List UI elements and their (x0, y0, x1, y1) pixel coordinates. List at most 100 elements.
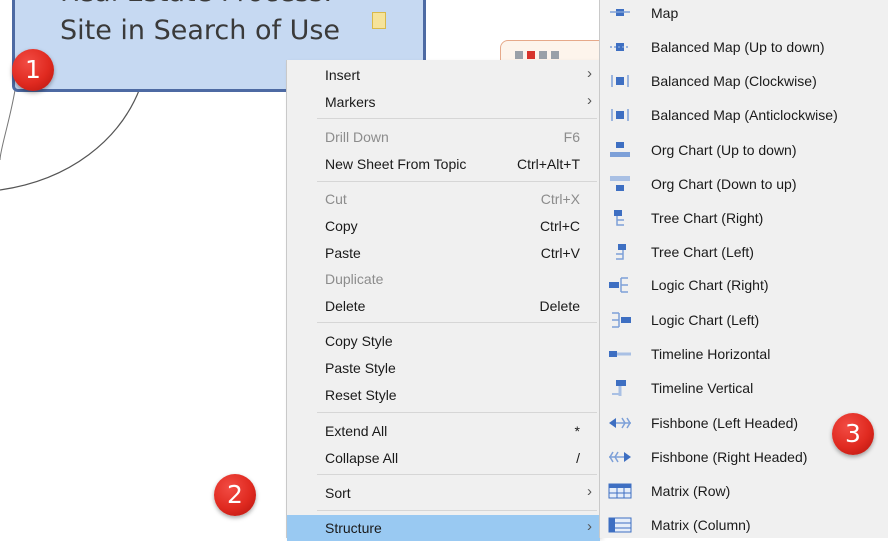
menu-item-insert[interactable]: Insert › (287, 62, 600, 88)
menu-item-shortcut: / (576, 450, 580, 466)
structure-submenu: Map Balanced Map (Up to down) Balanced M… (599, 0, 888, 538)
menu-item-shortcut: Ctrl+X (540, 191, 580, 207)
org-chart-up-down-icon (610, 142, 630, 157)
menu-item-shortcut: * (574, 423, 580, 439)
submenu-item-label: Tree Chart (Left) (651, 244, 754, 260)
menu-item-collapse-all[interactable]: Collapse All / (287, 445, 600, 471)
menu-item-label: Sort (325, 485, 351, 501)
submenu-item-balanced-map-up-down[interactable]: Balanced Map (Up to down) (600, 32, 888, 62)
topic-title-line1: Real Estate Process: (60, 0, 332, 8)
submenu-item-matrix-row[interactable]: Matrix (Row) (600, 476, 888, 506)
submenu-item-tree-chart-right[interactable]: Tree Chart (Right) (600, 203, 888, 233)
submenu-item-org-chart-up-down[interactable]: Org Chart (Up to down) (600, 135, 888, 165)
submenu-item-label: Logic Chart (Left) (651, 312, 760, 328)
menu-item-copy-style[interactable]: Copy Style (287, 328, 600, 354)
submenu-item-balanced-map-clockwise[interactable]: Balanced Map (Clockwise) (600, 66, 888, 96)
submenu-item-label: Timeline Horizontal (651, 346, 771, 362)
matrix-column-icon (608, 517, 632, 533)
menu-separator (317, 412, 597, 413)
step-callout-2: 2 (214, 474, 256, 516)
menu-item-label: Copy (325, 218, 358, 234)
submenu-item-map[interactable]: Map (600, 0, 888, 28)
menu-item-paste-style[interactable]: Paste Style (287, 355, 600, 381)
menu-separator (317, 181, 597, 182)
menu-item-label: Delete (325, 298, 366, 314)
submenu-arrow-icon: › (587, 483, 592, 500)
submenu-item-label: Balanced Map (Anticlockwise) (651, 107, 838, 123)
topic-title-line2: Site in Search of Use (60, 15, 341, 46)
menu-item-markers[interactable]: Markers › (287, 89, 600, 115)
submenu-item-matrix-column[interactable]: Matrix (Column) (600, 510, 888, 540)
submenu-item-balanced-map-anticlockwise[interactable]: Balanced Map (Anticlockwise) (600, 100, 888, 130)
menu-item-label: New Sheet From Topic (325, 156, 467, 172)
balanced-map-anticlockwise-icon (611, 109, 629, 121)
menu-item-extend-all[interactable]: Extend All * (287, 418, 600, 444)
submenu-item-label: Balanced Map (Clockwise) (651, 73, 817, 89)
menu-item-sort[interactable]: Sort › (287, 480, 600, 506)
submenu-item-label: Tree Chart (Right) (651, 210, 764, 226)
menu-item-new-sheet-from-topic[interactable]: New Sheet From Topic Ctrl+Alt+T (287, 151, 600, 177)
submenu-item-label: Map (651, 5, 679, 21)
menu-item-reset-style[interactable]: Reset Style (287, 382, 600, 408)
menu-separator (317, 474, 597, 475)
submenu-item-label: Logic Chart (Right) (651, 277, 769, 293)
submenu-item-label: Org Chart (Down to up) (651, 176, 797, 192)
submenu-item-label: Balanced Map (Up to down) (651, 39, 825, 55)
submenu-arrow-icon: › (587, 518, 592, 535)
menu-item-shortcut: Ctrl+Alt+T (516, 156, 580, 172)
submenu-item-label: Matrix (Column) (651, 517, 751, 533)
map-structure-icon (610, 9, 630, 16)
fishbone-right-icon (609, 451, 631, 463)
timeline-vertical-icon (612, 380, 626, 396)
submenu-item-label: Fishbone (Right Headed) (651, 449, 808, 465)
menu-item-label: Paste (325, 245, 361, 261)
menu-item-duplicate[interactable]: Duplicate (287, 266, 600, 292)
menu-item-shortcut: Ctrl+V (540, 245, 580, 261)
submenu-item-timeline-vertical[interactable]: Timeline Vertical (600, 373, 888, 403)
menu-separator (317, 510, 597, 511)
menu-item-delete[interactable]: Delete Delete (287, 293, 600, 319)
matrix-row-icon (608, 483, 632, 499)
topic-markers (515, 51, 559, 59)
menu-item-label: Insert (325, 67, 361, 83)
menu-item-label: Cut (325, 191, 347, 207)
submenu-arrow-icon: › (587, 65, 592, 82)
menu-item-shortcut: Delete (539, 298, 580, 314)
submenu-item-logic-chart-right[interactable]: Logic Chart (Right) (600, 270, 888, 300)
menu-item-copy[interactable]: Copy Ctrl+C (287, 213, 600, 239)
note-icon[interactable] (372, 12, 386, 29)
fishbone-left-icon (609, 417, 631, 429)
menu-item-label: Drill Down (325, 129, 389, 145)
menu-item-cut[interactable]: Cut Ctrl+X (287, 186, 600, 212)
submenu-item-label: Timeline Vertical (651, 380, 754, 396)
tree-chart-right-icon (614, 210, 624, 226)
context-menu: Insert › Markers › Drill Down F6 New She… (286, 60, 601, 541)
submenu-item-tree-chart-left[interactable]: Tree Chart (Left) (600, 237, 888, 267)
menu-item-label: Reset Style (325, 387, 397, 403)
submenu-item-timeline-horizontal[interactable]: Timeline Horizontal (600, 339, 888, 369)
menu-separator (317, 322, 597, 323)
menu-item-structure[interactable]: Structure › (287, 515, 600, 541)
submenu-item-label: Org Chart (Up to down) (651, 142, 797, 158)
menu-item-paste[interactable]: Paste Ctrl+V (287, 240, 600, 266)
submenu-item-label: Fishbone (Left Headed) (651, 415, 799, 431)
balanced-map-clockwise-icon (611, 75, 629, 87)
menu-item-label: Duplicate (325, 271, 384, 287)
menu-item-drill-down[interactable]: Drill Down F6 (287, 124, 600, 150)
step-callout-1: 1 (12, 49, 54, 91)
tree-chart-left-icon (616, 244, 626, 260)
timeline-horizontal-icon (609, 351, 631, 357)
menu-item-label: Collapse All (325, 450, 399, 466)
menu-separator (317, 118, 597, 119)
menu-item-label: Structure (325, 520, 382, 536)
step-callout-3: 3 (832, 413, 874, 455)
menu-item-label: Copy Style (325, 333, 393, 349)
logic-chart-left-icon (612, 312, 631, 328)
menu-item-label: Paste Style (325, 360, 396, 376)
menu-item-shortcut: F6 (563, 129, 580, 145)
submenu-arrow-icon: › (587, 92, 592, 109)
submenu-item-org-chart-down-up[interactable]: Org Chart (Down to up) (600, 169, 888, 199)
menu-item-label: Markers (325, 94, 376, 110)
balanced-map-up-down-icon (610, 43, 630, 51)
submenu-item-logic-chart-left[interactable]: Logic Chart (Left) (600, 305, 888, 335)
